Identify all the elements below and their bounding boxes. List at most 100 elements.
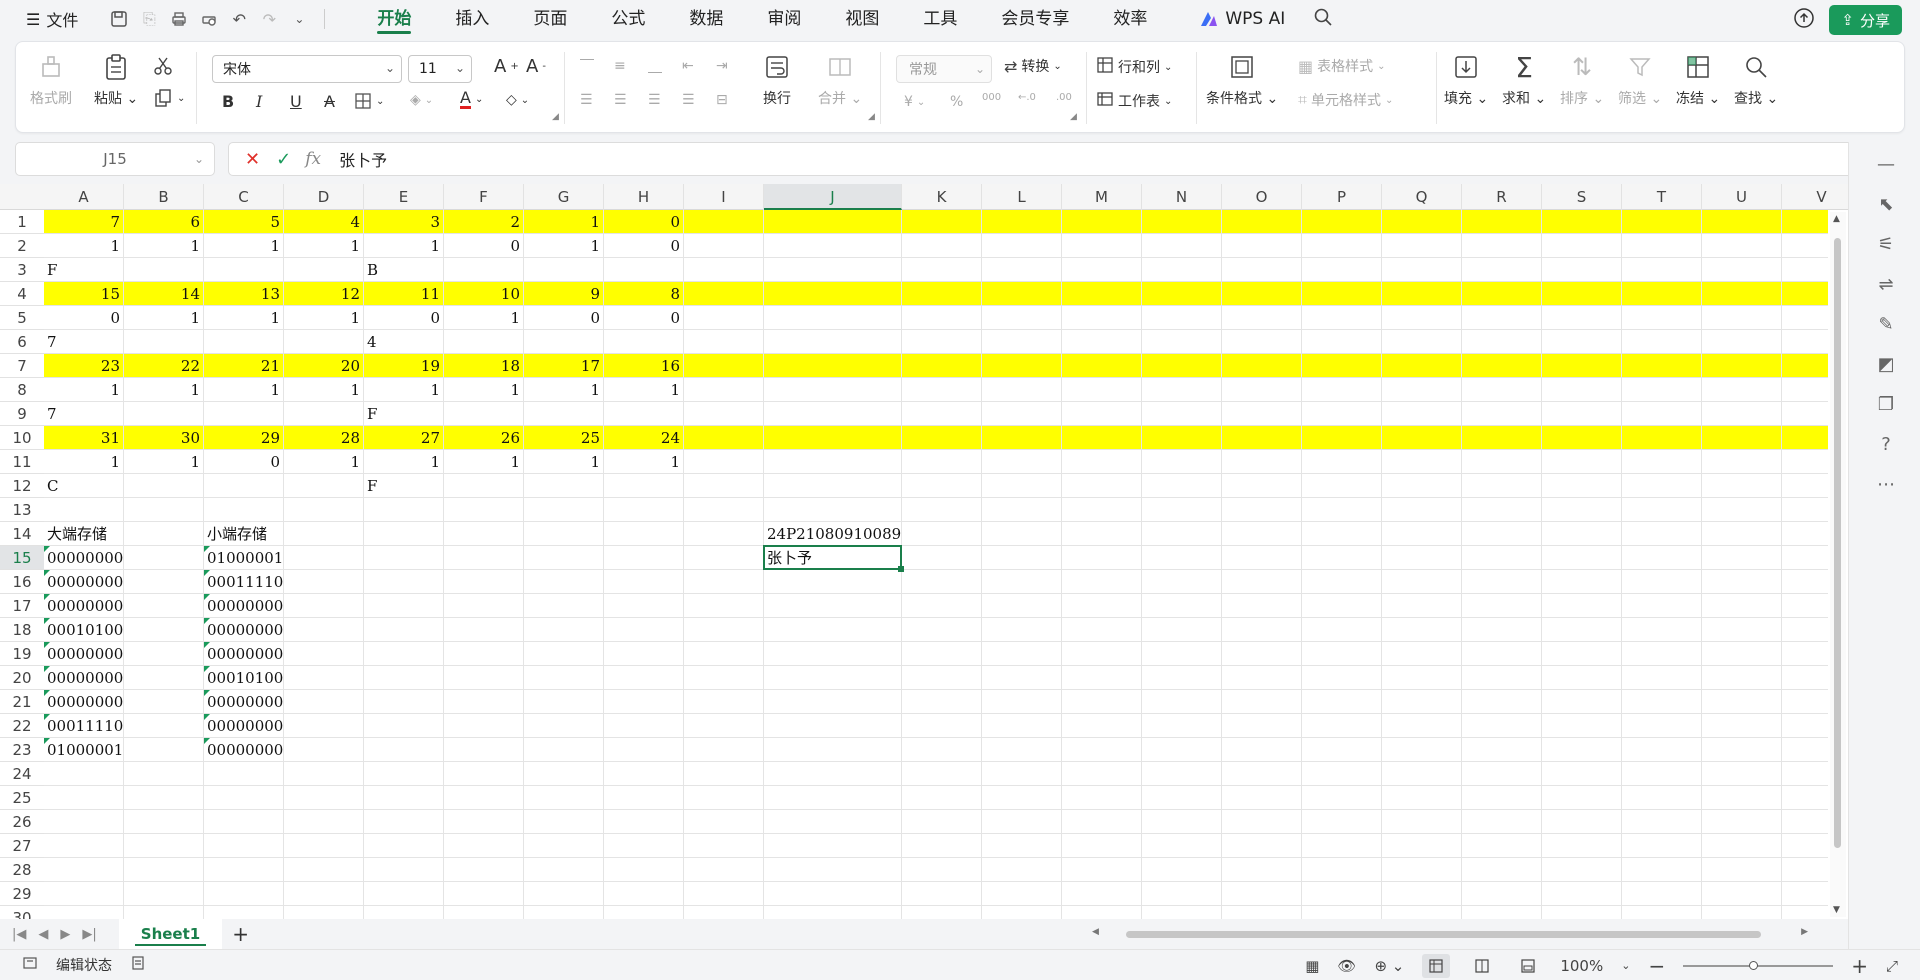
- cell-c17[interactable]: 00000000: [204, 594, 364, 618]
- column-header-b[interactable]: B: [124, 184, 204, 210]
- cell-g1[interactable]: 1: [524, 210, 604, 234]
- row-header-22[interactable]: 22: [0, 714, 44, 738]
- chevron-down-icon[interactable]: ⌄: [1621, 959, 1630, 972]
- scroll-right-icon[interactable]: ▶: [1801, 927, 1808, 937]
- cell-a17[interactable]: 00000000: [44, 594, 204, 618]
- cell-e10[interactable]: 27: [364, 426, 444, 450]
- tab-page[interactable]: 页面: [511, 0, 589, 38]
- column-header-c[interactable]: C: [204, 184, 284, 210]
- row-header-9[interactable]: 9: [0, 402, 44, 426]
- cell-e2[interactable]: 1: [364, 234, 444, 258]
- row-header-25[interactable]: 25: [0, 786, 44, 810]
- row-header-10[interactable]: 10: [0, 426, 44, 450]
- find-button[interactable]: 查找 ⌄: [1734, 50, 1778, 108]
- row-header-6[interactable]: 6: [0, 330, 44, 354]
- cell-e3[interactable]: B: [364, 258, 524, 282]
- sheet-tab[interactable]: Sheet1: [118, 919, 223, 949]
- wrap-text-button[interactable]: 换行: [760, 50, 794, 108]
- row-header-30[interactable]: 30: [0, 906, 44, 919]
- next-sheet-icon[interactable]: ▶: [60, 927, 70, 942]
- tab-efficiency[interactable]: 效率: [1091, 0, 1169, 38]
- notes-icon[interactable]: [130, 955, 146, 975]
- cell-a7[interactable]: 23: [44, 354, 124, 378]
- cell-g4[interactable]: 9: [524, 282, 604, 306]
- cell-d4[interactable]: 12: [284, 282, 364, 306]
- zoom-slider-knob[interactable]: [1749, 960, 1759, 970]
- cell-e8[interactable]: 1: [364, 378, 444, 402]
- font-dialog-icon[interactable]: ◢: [552, 112, 559, 122]
- cell-h2[interactable]: 0: [604, 234, 684, 258]
- cell-c16[interactable]: 00011110: [204, 570, 364, 594]
- font-color-icon[interactable]: A ⌄: [460, 90, 483, 109]
- column-header-j[interactable]: J: [764, 184, 902, 210]
- prev-sheet-icon[interactable]: ◀: [38, 927, 48, 942]
- row-header-28[interactable]: 28: [0, 858, 44, 882]
- column-header-q[interactable]: Q: [1382, 184, 1462, 210]
- row-header-8[interactable]: 8: [0, 378, 44, 402]
- row-header-16[interactable]: 16: [0, 570, 44, 594]
- row-header-14[interactable]: 14: [0, 522, 44, 546]
- cell-d10[interactable]: 28: [284, 426, 364, 450]
- cell-a14[interactable]: 大端存储: [44, 522, 204, 546]
- zoom-slider[interactable]: [1683, 960, 1834, 970]
- print-preview-icon[interactable]: [196, 6, 222, 32]
- scroll-left-icon[interactable]: ◀: [1092, 927, 1099, 937]
- last-sheet-icon[interactable]: ▶|: [82, 927, 96, 942]
- column-header-n[interactable]: N: [1142, 184, 1222, 210]
- distribute-icon[interactable]: ⊟: [716, 92, 728, 108]
- book-icon[interactable]: ❐: [1875, 394, 1897, 416]
- format-painter-button[interactable]: 格式刷: [30, 50, 72, 108]
- scroll-down-icon[interactable]: ▼: [1833, 905, 1840, 915]
- align-right-icon[interactable]: ☰: [648, 92, 661, 108]
- increase-decimal-icon[interactable]: ←.0: [1018, 92, 1036, 103]
- align-top-icon[interactable]: ⎺: [580, 58, 594, 74]
- cell-b5[interactable]: 1: [124, 306, 204, 330]
- file-menu[interactable]: ☰ 文件: [20, 4, 84, 34]
- share-button[interactable]: ⇪ 分享: [1829, 5, 1902, 35]
- cell-c23[interactable]: 00000000: [204, 738, 364, 762]
- zoom-in-icon[interactable]: +: [1851, 954, 1868, 978]
- column-header-v[interactable]: V: [1782, 184, 1848, 210]
- number-format-select[interactable]: 常规 ⌄: [896, 55, 992, 83]
- cell-f10[interactable]: 26: [444, 426, 524, 450]
- cell-a11[interactable]: 1: [44, 450, 124, 474]
- cell-b11[interactable]: 1: [124, 450, 204, 474]
- number-dialog-icon[interactable]: ◢: [1070, 112, 1077, 122]
- column-header-d[interactable]: D: [284, 184, 364, 210]
- cell-f5[interactable]: 1: [444, 306, 524, 330]
- cell-a20[interactable]: 00000000: [44, 666, 204, 690]
- cell-e9[interactable]: F: [364, 402, 524, 426]
- cell-f11[interactable]: 1: [444, 450, 524, 474]
- first-sheet-icon[interactable]: |◀: [12, 927, 26, 942]
- cell-g7[interactable]: 17: [524, 354, 604, 378]
- percent-icon[interactable]: %: [950, 94, 963, 110]
- row-header-19[interactable]: 19: [0, 642, 44, 666]
- row-header-12[interactable]: 12: [0, 474, 44, 498]
- convert-button[interactable]: ⇄ 转换 ⌄: [1004, 56, 1062, 76]
- worksheet-button[interactable]: 工作表 ⌄: [1096, 90, 1172, 112]
- row-header-21[interactable]: 21: [0, 690, 44, 714]
- freeze-button[interactable]: 冻结 ⌄: [1676, 50, 1720, 108]
- cell-b2[interactable]: 1: [124, 234, 204, 258]
- cell-h11[interactable]: 1: [604, 450, 684, 474]
- column-header-g[interactable]: G: [524, 184, 604, 210]
- row-header-18[interactable]: 18: [0, 618, 44, 642]
- cell-f8[interactable]: 1: [444, 378, 524, 402]
- cell-c5[interactable]: 1: [204, 306, 284, 330]
- cell-a10[interactable]: 31: [44, 426, 124, 450]
- cell-c8[interactable]: 1: [204, 378, 284, 402]
- tab-tools[interactable]: 工具: [901, 0, 979, 38]
- increase-indent-icon[interactable]: ⇥: [716, 58, 728, 74]
- border-icon[interactable]: ⌄: [354, 92, 384, 110]
- horizontal-scrollbar[interactable]: ◀ ▶: [1092, 927, 1812, 940]
- column-header-a[interactable]: A: [44, 184, 124, 210]
- column-header-m[interactable]: M: [1062, 184, 1142, 210]
- filter-button[interactable]: 筛选 ⌄: [1618, 50, 1662, 108]
- vertical-scrollbar[interactable]: ▲ ▼: [1830, 212, 1846, 917]
- paste-button[interactable]: 粘贴 ⌄: [94, 50, 138, 108]
- decrease-indent-icon[interactable]: ⇤: [682, 58, 694, 74]
- cell-d11[interactable]: 1: [284, 450, 364, 474]
- cell-e4[interactable]: 11: [364, 282, 444, 306]
- wps-ai-button[interactable]: WPS AI: [1199, 9, 1285, 29]
- align-left-icon[interactable]: ☰: [580, 92, 593, 108]
